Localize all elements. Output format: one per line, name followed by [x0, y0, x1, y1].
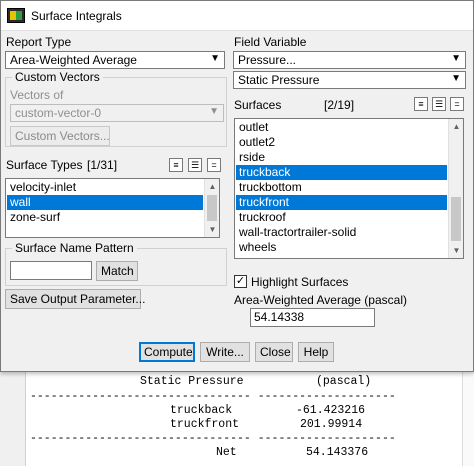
fluent-app-icon [7, 8, 25, 23]
field-variable-value: Static Pressure [238, 73, 320, 87]
result-value-field[interactable]: 54.14338 [250, 308, 375, 327]
surface-integrals-dialog: Surface Integrals Report Type Area-Weigh… [0, 0, 474, 372]
surfaces-scrollbar[interactable]: ▲ ▼ [448, 119, 463, 258]
scroll-down-icon[interactable]: ▼ [449, 243, 463, 258]
field-variable-category-value: Pressure... [238, 53, 297, 67]
list-item[interactable]: zone-surf [7, 210, 203, 225]
scroll-thumb[interactable] [207, 195, 217, 221]
surfaces-count: [2/19] [324, 98, 355, 112]
custom-vectors-legend: Custom Vectors [12, 70, 103, 84]
vectors-of-dropdown[interactable]: custom-vector-0 ▼ [10, 104, 224, 122]
custom-vectors-button[interactable]: Custom Vectors... [10, 126, 110, 146]
save-output-parameter-button[interactable]: Save Output Parameter... [5, 289, 145, 309]
list-item[interactable]: truckroof [236, 210, 447, 225]
console-total-value: 54.143376 [306, 446, 369, 459]
console-header-left: Static Pressure [140, 375, 244, 388]
console-separator: -------------------------------- -------… [30, 432, 396, 445]
highlight-surfaces-checkbox[interactable]: ✓ [234, 275, 247, 288]
list-item[interactable]: truckbottom [236, 180, 447, 195]
field-variable-label: Field Variable [234, 35, 307, 49]
scroll-up-icon[interactable]: ▲ [205, 179, 219, 194]
surface-types-label: Surface Types [6, 158, 83, 172]
list-item[interactable]: outlet2 [236, 135, 447, 150]
chevron-down-icon: ▼ [451, 73, 461, 84]
console-row-name: truckfront [170, 418, 240, 431]
scroll-up-icon[interactable]: ▲ [449, 119, 463, 134]
deselect-all-icon[interactable]: ☰ [432, 97, 446, 111]
console-separator: -------------------------------- -------… [30, 390, 396, 403]
custom-vectors-group: Custom Vectors Vectors of custom-vector-… [5, 70, 227, 147]
chevron-down-icon: ▼ [210, 53, 220, 64]
list-item[interactable]: velocity-inlet [7, 180, 203, 195]
list-item[interactable]: truckback [236, 165, 447, 180]
match-button[interactable]: Match [96, 261, 138, 281]
help-button[interactable]: Help [298, 342, 334, 362]
chevron-down-icon: ▼ [209, 106, 219, 117]
field-variable-dropdown[interactable]: Static Pressure ▼ [233, 71, 466, 89]
write-button[interactable]: Write... [200, 342, 250, 362]
deselect-all-icon[interactable]: ☰ [188, 158, 202, 172]
surface-name-pattern-legend: Surface Name Pattern [12, 241, 137, 255]
surface-types-list[interactable]: velocity-inlet wall zone-surf ▲ ▼ [5, 178, 220, 238]
list-filter-icon[interactable]: = [207, 158, 221, 172]
compute-button[interactable]: Compute [139, 342, 195, 362]
console-total-name: Net [216, 446, 237, 459]
list-item[interactable]: rside [236, 150, 447, 165]
console-header-right: (pascal) [316, 375, 372, 388]
surface-name-pattern-input[interactable] [10, 261, 92, 280]
console-row-value: -61.423216 [296, 404, 366, 417]
surface-types-count: [1/31] [87, 158, 118, 172]
list-item[interactable]: wall [7, 195, 203, 210]
result-label: Area-Weighted Average (pascal) [234, 293, 407, 307]
vectors-of-value: custom-vector-0 [15, 106, 102, 120]
report-type-label: Report Type [6, 35, 72, 49]
chevron-down-icon: ▼ [451, 53, 461, 64]
console-row-value: 201.99914 [300, 418, 363, 431]
select-all-icon[interactable]: ≡ [169, 158, 183, 172]
list-item[interactable]: truckfront [236, 195, 447, 210]
scroll-down-icon[interactable]: ▼ [205, 222, 219, 237]
list-item[interactable]: outlet [236, 120, 447, 135]
title-bar[interactable]: Surface Integrals [1, 1, 473, 31]
list-item[interactable]: wheels [236, 240, 447, 255]
surface-types-scrollbar[interactable]: ▲ ▼ [204, 179, 219, 237]
select-all-icon[interactable]: ≡ [414, 97, 428, 111]
list-filter-icon[interactable]: = [450, 97, 464, 111]
surfaces-list[interactable]: outlet outlet2 rside truckback truckbott… [234, 118, 464, 259]
report-type-value: Area-Weighted Average [10, 53, 137, 67]
vectors-of-label: Vectors of [10, 88, 64, 102]
field-variable-category-dropdown[interactable]: Pressure... ▼ [233, 51, 466, 69]
scroll-thumb[interactable] [451, 197, 461, 241]
surface-name-pattern-group: Surface Name Pattern Match [5, 241, 227, 286]
report-type-dropdown[interactable]: Area-Weighted Average ▼ [5, 51, 225, 69]
close-button[interactable]: Close [255, 342, 293, 362]
highlight-surfaces-label: Highlight Surfaces [251, 275, 349, 289]
surfaces-label: Surfaces [234, 98, 282, 112]
list-item[interactable]: wall-tractortrailer-solid [236, 225, 447, 240]
console-row-name: truckback [170, 404, 233, 417]
dialog-title: Surface Integrals [31, 9, 122, 23]
